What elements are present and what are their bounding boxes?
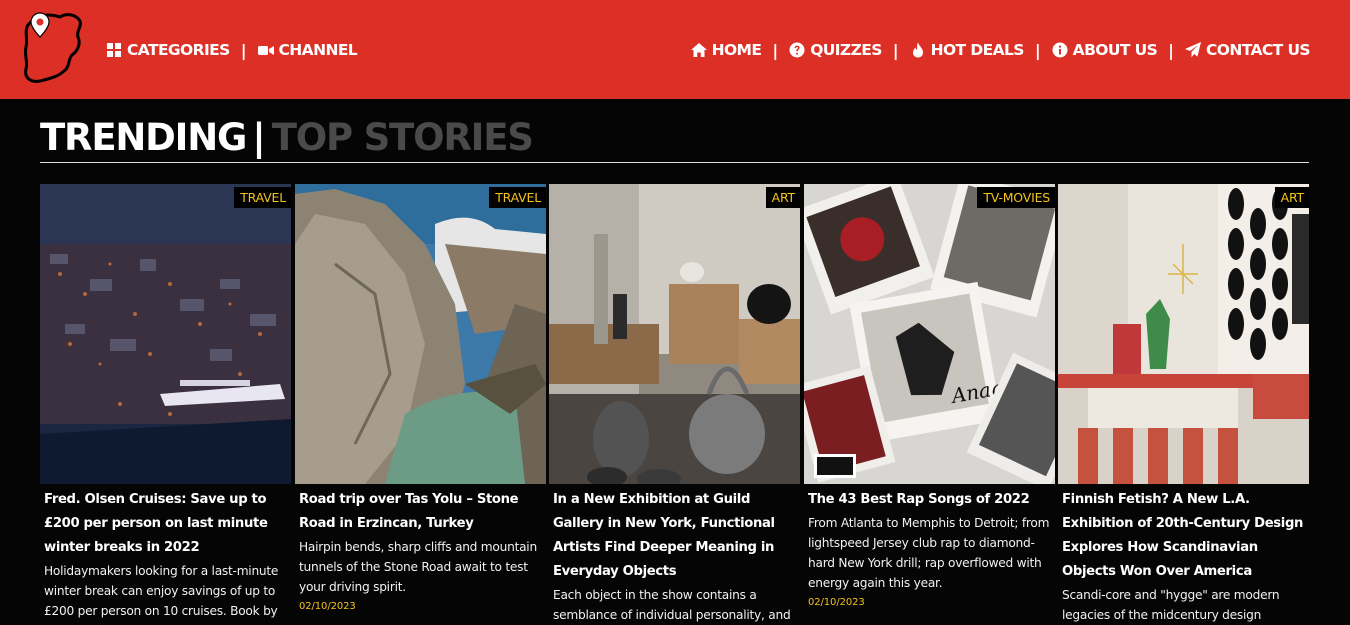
- article-excerpt: Scandi-core and "hygge" are modern legac…: [1062, 588, 1280, 622]
- tab-top-stories[interactable]: TOP STORIES: [272, 116, 534, 159]
- article-title[interactable]: In a New Exhibition at Guild Gallery in …: [553, 484, 796, 584]
- home-icon: [690, 43, 707, 57]
- nav-categories-label: CATEGORIES: [127, 41, 230, 59]
- nav-about-us[interactable]: ABOUT US: [1052, 41, 1158, 59]
- nav-hot-deals[interactable]: HOT DEALS: [910, 41, 1024, 59]
- primary-nav-left: CATEGORIES | CHANNEL: [106, 37, 358, 63]
- tab-trending[interactable]: TRENDING: [40, 116, 247, 159]
- article-excerpt: Holidaymakers looking for a last-minute …: [44, 564, 279, 625]
- article-title[interactable]: Road trip over Tas Yolu – Stone Road in …: [299, 484, 542, 536]
- nav-quizzes[interactable]: QUIZZES: [789, 41, 882, 59]
- nav-home-label: HOME: [711, 41, 762, 59]
- article-date: 02/10/2023: [299, 601, 356, 612]
- nav-contact-us[interactable]: CONTACT US: [1185, 41, 1311, 59]
- nav-categories[interactable]: CATEGORIES: [106, 41, 230, 59]
- nav-about-us-label: ABOUT US: [1072, 41, 1158, 59]
- category-badge[interactable]: TV-MOVIES: [977, 187, 1055, 208]
- article-title[interactable]: Finnish Fetish? A New L.A. Exhibition of…: [1062, 484, 1305, 584]
- article-card[interactable]: TRAVEL Road trip over Tas Yolu – Stone R…: [295, 184, 546, 625]
- nav-separator: |: [1034, 40, 1041, 60]
- nav-home[interactable]: HOME: [690, 41, 762, 59]
- site-logo[interactable]: [20, 11, 84, 83]
- article-excerpt: Hairpin bends, sharp cliffs and mountain…: [299, 540, 537, 594]
- article-excerpt: Each object in the show contains a sembl…: [553, 588, 791, 622]
- section-divider-line: [40, 162, 1309, 163]
- flame-icon: [912, 42, 923, 58]
- article-card[interactable]: Anago TV-MOVIES The 43 Best Rap Songs of…: [804, 184, 1055, 625]
- category-badge[interactable]: ART: [1274, 187, 1309, 208]
- article-excerpt: From Atlanta to Memphis to Detroit; from…: [808, 516, 1050, 590]
- nav-channel-label: CHANNEL: [278, 41, 358, 59]
- nav-separator: |: [240, 40, 247, 60]
- nav-quizzes-label: QUIZZES: [810, 41, 882, 59]
- video-camera-icon: [257, 46, 274, 55]
- article-image-design-exhibition[interactable]: ART: [1058, 184, 1309, 484]
- article-title[interactable]: Fred. Olsen Cruises: Save up to £200 per…: [44, 484, 287, 560]
- article-image-canyon-road[interactable]: TRAVEL: [295, 184, 546, 484]
- nav-separator: |: [1168, 40, 1175, 60]
- category-badge[interactable]: ART: [765, 187, 800, 208]
- tab-divider: |: [252, 116, 266, 159]
- category-badge[interactable]: TRAVEL: [489, 187, 546, 208]
- grid-icon: [107, 43, 121, 57]
- article-image-harbor-town[interactable]: TRAVEL: [40, 184, 291, 484]
- article-card[interactable]: TRAVEL Fred. Olsen Cruises: Save up to £…: [40, 184, 291, 625]
- article-title[interactable]: The 43 Best Rap Songs of 2022: [808, 484, 1051, 512]
- nav-channel[interactable]: CHANNEL: [257, 41, 358, 59]
- nav-contact-us-label: CONTACT US: [1206, 41, 1311, 59]
- article-image-album-covers[interactable]: Anago TV-MOVIES: [804, 184, 1055, 484]
- nav-separator: |: [772, 40, 779, 60]
- article-date: 02/10/2023: [808, 597, 865, 608]
- question-circle-icon: [789, 42, 805, 58]
- section-tabs: TRENDING | TOP STORIES: [40, 116, 534, 162]
- primary-nav-right: HOME | QUIZZES | HOT DEALS | ABOUT US | …: [690, 37, 1311, 63]
- paper-plane-icon: [1185, 42, 1202, 58]
- site-header: CATEGORIES | CHANNEL HOME | QUIZZES | HO…: [0, 0, 1350, 99]
- article-card[interactable]: ART Finnish Fetish? A New L.A. Exhibitio…: [1058, 184, 1309, 625]
- nav-separator: |: [892, 40, 899, 60]
- info-circle-icon: [1052, 42, 1068, 58]
- category-badge[interactable]: TRAVEL: [234, 187, 291, 208]
- article-card[interactable]: ART In a New Exhibition at Guild Gallery…: [549, 184, 800, 625]
- nav-hot-deals-label: HOT DEALS: [930, 41, 1025, 59]
- article-image-gallery-vessels[interactable]: ART: [549, 184, 800, 484]
